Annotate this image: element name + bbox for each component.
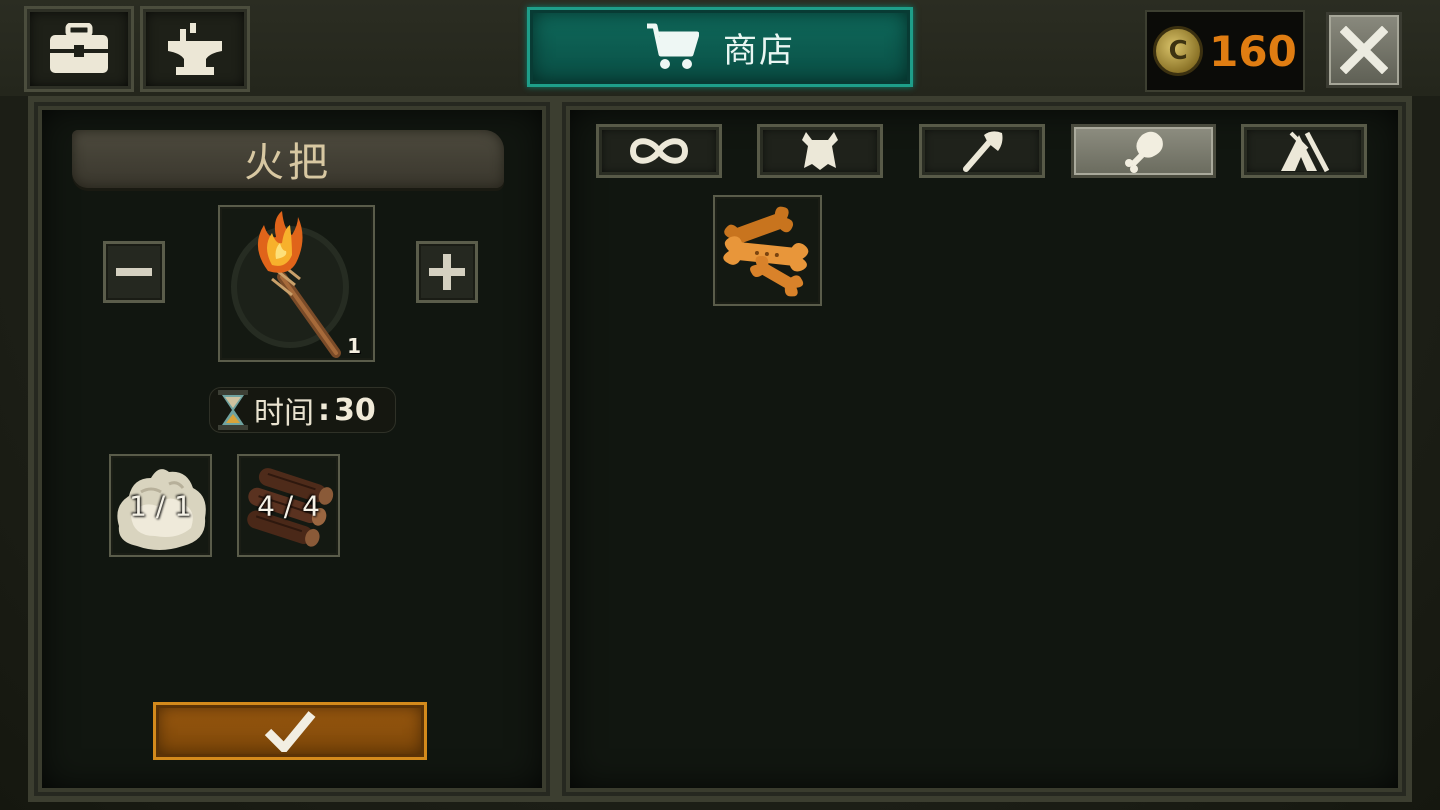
material-slot: 4 / 4 (237, 454, 340, 557)
craft-item-slot: 1 (218, 205, 375, 362)
cart-icon (647, 23, 699, 69)
crafting-button[interactable] (140, 6, 250, 92)
item-title-plate: 火把 (72, 130, 504, 188)
craft-time: 时间 : 30 (209, 387, 396, 433)
tab-tools[interactable] (919, 124, 1045, 178)
axe-icon (963, 131, 1003, 172)
tab-food[interactable] (1071, 124, 1216, 178)
hide-icon (802, 132, 838, 170)
decrease-button[interactable] (103, 241, 165, 303)
infinity-icon (629, 138, 689, 164)
close-icon (1340, 26, 1388, 74)
time-value: 30 (334, 392, 376, 428)
inventory-button[interactable] (24, 6, 134, 92)
item-title: 火把 (244, 140, 332, 186)
coin-value: 160 (1209, 26, 1297, 76)
checkmark-icon (264, 711, 316, 752)
tab-all[interactable] (596, 124, 722, 178)
bone-biscuit-icon (723, 206, 809, 297)
shop-button[interactable]: 商店 (527, 7, 913, 87)
material-count: 4 / 4 (257, 489, 320, 522)
coin-counter: C 160 (1145, 10, 1305, 92)
shop-item-slot[interactable] (713, 195, 822, 306)
briefcase-icon (50, 23, 108, 73)
coin-icon: C (1153, 26, 1204, 76)
plus-icon (429, 254, 465, 290)
shop-label: 商店 (723, 30, 795, 71)
tab-materials[interactable] (757, 124, 883, 178)
confirm-craft-button[interactable] (153, 702, 427, 760)
item-list-panel (556, 96, 1412, 802)
craft-panel (28, 96, 556, 802)
anvil-icon (168, 23, 222, 75)
food-icon (1124, 131, 1163, 173)
time-label: 时间 (254, 396, 314, 431)
material-slot: 1 / 1 (109, 454, 212, 557)
close-button[interactable] (1326, 12, 1402, 88)
increase-button[interactable] (416, 241, 478, 303)
material-count: 1 / 1 (129, 489, 192, 522)
item-count: 1 (347, 334, 361, 358)
tab-camp[interactable] (1241, 124, 1367, 178)
minus-icon (116, 268, 152, 276)
hourglass-icon (218, 390, 248, 430)
time-separator: : (318, 392, 330, 428)
camp-icon (1281, 131, 1330, 173)
